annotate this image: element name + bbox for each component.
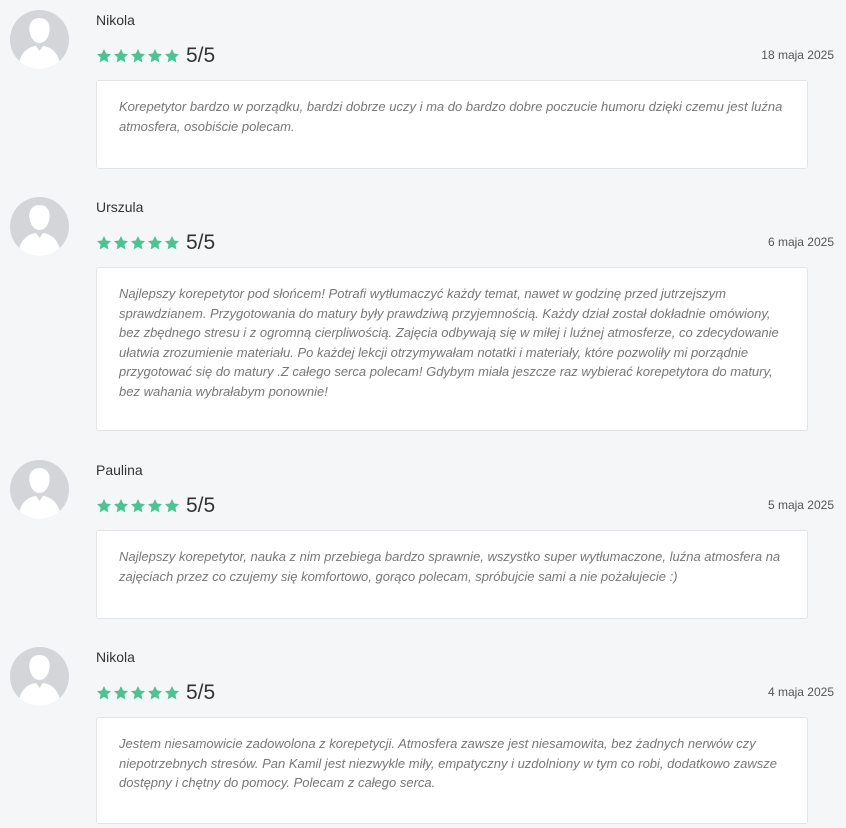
star-icon	[97, 686, 111, 700]
review-comment-box: Korepetytor bardzo w porządku, bardzi do…	[96, 80, 808, 169]
rating: 5/5	[96, 680, 215, 706]
rating-score: 5/5	[186, 494, 216, 517]
star-icon	[148, 499, 162, 513]
star-icon	[131, 686, 145, 700]
rating: 5/5	[96, 493, 215, 519]
review-comment-box: Jestem niesamowicie zadowolona z korepet…	[96, 717, 808, 824]
review-item: Nikola 5/5 4 maja 2025 Jestem niesamowic…	[0, 637, 846, 828]
star-icon	[97, 236, 111, 250]
star-rating	[96, 48, 180, 64]
reviewer-name: Urszula	[96, 199, 144, 215]
star-icon	[148, 236, 162, 250]
star-rating	[96, 685, 180, 701]
rating: 5/5	[96, 43, 215, 69]
star-icon	[165, 49, 179, 63]
reviewer-name: Paulina	[96, 462, 143, 478]
star-icon	[148, 686, 162, 700]
star-icon	[165, 499, 179, 513]
avatar-user-silhouette-icon	[10, 647, 69, 706]
star-icon	[114, 49, 128, 63]
reviewer-name: Nikola	[96, 12, 135, 28]
review-date: 18 maja 2025	[761, 48, 834, 62]
rating-score: 5/5	[186, 44, 216, 67]
review-comment-box: Najlepszy korepetytor, nauka z nim przeb…	[96, 530, 808, 619]
rating-score: 5/5	[186, 681, 216, 704]
reviewer-name: Nikola	[96, 649, 135, 665]
star-icon	[165, 236, 179, 250]
review-comment-text: Najlepszy korepetytor, nauka z nim przeb…	[119, 549, 781, 584]
review-comment-text: Najlepszy korepetytor pod słońcem! Potra…	[119, 286, 779, 399]
avatar-user-silhouette-icon	[10, 197, 69, 256]
rating: 5/5	[96, 230, 215, 256]
review-date: 5 maja 2025	[767, 498, 834, 512]
review-comment-text: Jestem niesamowicie zadowolona z korepet…	[119, 736, 777, 791]
rating-score: 5/5	[186, 231, 216, 254]
star-rating	[96, 498, 180, 514]
star-icon	[114, 499, 128, 513]
star-icon	[148, 49, 162, 63]
avatar-user-silhouette-icon	[10, 460, 69, 519]
review-item: Nikola 5/5 18 maja 2025 Korepetytor bard…	[0, 0, 846, 175]
review-date: 4 maja 2025	[767, 685, 834, 699]
star-rating	[96, 235, 180, 251]
star-icon	[114, 236, 128, 250]
review-item: Urszula 5/5 6 maja 2025 Najlepszy korepe…	[0, 187, 846, 437]
review-comment-text: Korepetytor bardzo w porządku, bardzi do…	[119, 99, 783, 134]
star-icon	[131, 499, 145, 513]
review-comment-box: Najlepszy korepetytor pod słońcem! Potra…	[96, 267, 808, 431]
review-item: Paulina 5/5 5 maja 2025 Najlepszy korepe…	[0, 450, 846, 620]
star-icon	[131, 236, 145, 250]
star-icon	[114, 686, 128, 700]
star-icon	[97, 49, 111, 63]
avatar-user-silhouette-icon	[10, 10, 69, 69]
star-icon	[131, 49, 145, 63]
star-icon	[97, 499, 111, 513]
review-date: 6 maja 2025	[767, 235, 834, 249]
star-icon	[165, 686, 179, 700]
